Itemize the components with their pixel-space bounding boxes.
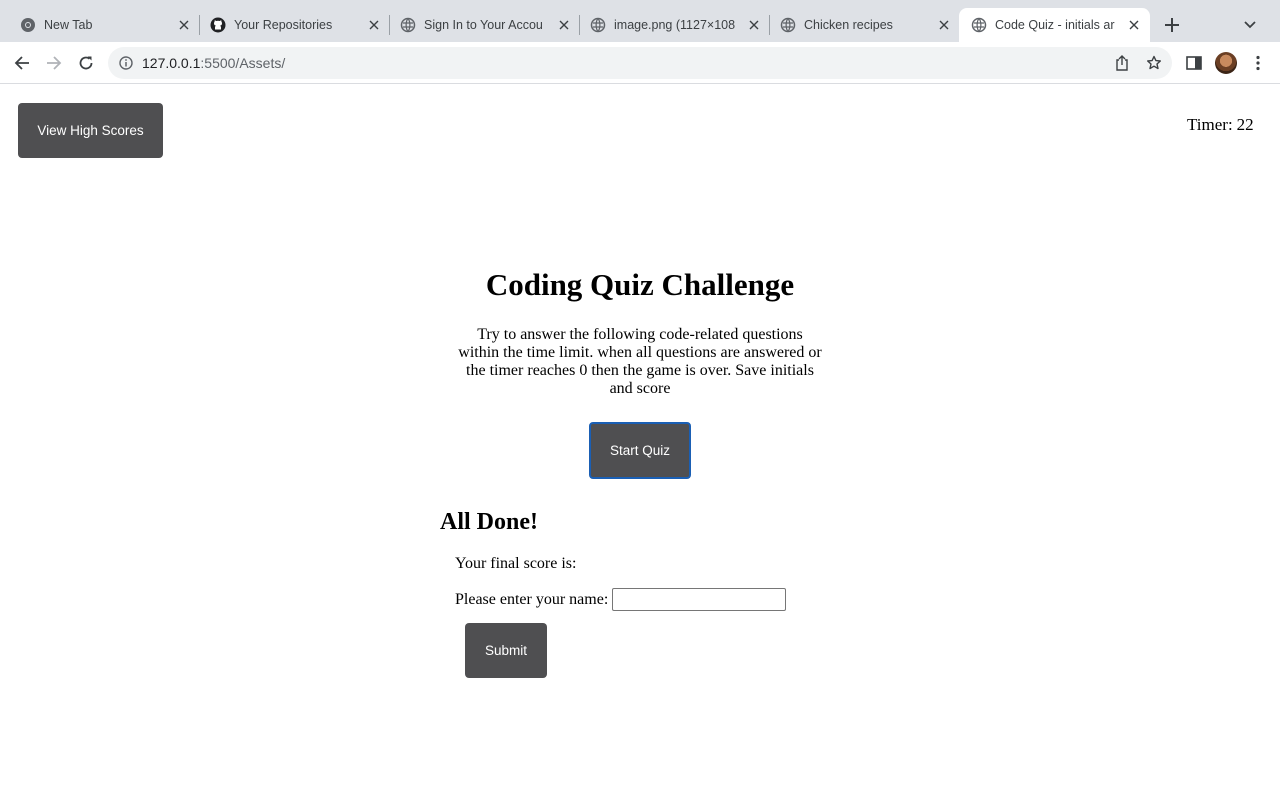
final-score: Your final score is:	[455, 555, 580, 573]
forward-button[interactable]	[42, 51, 66, 75]
quiz-page: View High Scores Timer: 22 Coding Quiz C…	[0, 85, 1280, 800]
url-host: 127.0.0.1	[142, 55, 201, 71]
back-button[interactable]	[10, 51, 34, 75]
globe-icon	[590, 17, 606, 33]
close-icon[interactable]	[1126, 17, 1142, 33]
all-done-heading: All Done!	[440, 509, 538, 535]
tab-title: Sign In to Your Accou	[424, 18, 543, 32]
close-icon[interactable]	[936, 17, 952, 33]
tab-title: Chicken recipes	[804, 18, 893, 32]
globe-icon	[780, 17, 796, 33]
more-vert-icon	[1256, 55, 1260, 71]
timer: Timer: 22	[1187, 115, 1254, 135]
quiz-description: Try to answer the following code-related…	[458, 326, 822, 397]
tab-title: New Tab	[44, 18, 93, 32]
tab-your-repositories[interactable]: Your Repositories	[190, 8, 390, 42]
final-score-label: Your final score is:	[455, 555, 577, 572]
back-arrow-icon	[14, 56, 29, 70]
tab-code-quiz[interactable]: Code Quiz - initials ar	[959, 8, 1150, 42]
browser-menu-button[interactable]	[1247, 52, 1269, 74]
page-title: Coding Quiz Challenge	[485, 267, 795, 302]
tab-search-button[interactable]	[1238, 13, 1262, 37]
start-quiz-button[interactable]: Start Quiz	[589, 422, 691, 479]
submit-button[interactable]: Submit	[465, 623, 547, 678]
url-path: :5500/Assets/	[200, 55, 286, 71]
github-icon	[210, 17, 226, 33]
globe-icon	[971, 17, 987, 33]
profile-avatar[interactable]	[1215, 52, 1237, 74]
tab-title: image.png (1127×108	[614, 18, 736, 32]
timer-value: 22	[1236, 115, 1254, 134]
name-label: Please enter your name:	[455, 590, 609, 608]
side-panel-icon	[1186, 56, 1202, 70]
view-high-scores-button[interactable]: View High Scores	[18, 103, 163, 158]
name-input[interactable]	[612, 588, 787, 611]
timer-label: Timer:	[1187, 115, 1233, 134]
chevron-down-icon	[1244, 21, 1256, 29]
globe-icon	[400, 17, 416, 33]
reload-button[interactable]	[74, 51, 98, 75]
tab-image-png[interactable]: image.png (1127×108	[570, 8, 770, 42]
forward-arrow-icon	[47, 56, 62, 70]
reload-icon	[79, 56, 93, 70]
browser-toolbar: 127.0.0.1:5500/Assets/	[0, 42, 1280, 84]
side-panel-button[interactable]	[1183, 52, 1205, 74]
tab-sign-in[interactable]: Sign In to Your Accou	[380, 8, 580, 42]
tab-chicken-recipes[interactable]: Chicken recipes	[760, 8, 960, 42]
url-text[interactable]: 127.0.0.1:5500/Assets/	[142, 55, 285, 71]
tab-title: Your Repositories	[234, 18, 333, 32]
new-tab-button[interactable]	[1160, 13, 1184, 37]
plus-icon	[1165, 18, 1179, 32]
bookmark-star-icon[interactable]	[1145, 54, 1163, 72]
address-bar[interactable]: 127.0.0.1:5500/Assets/	[108, 47, 1172, 79]
tab-new-tab[interactable]: New Tab	[0, 8, 200, 42]
tab-title: Code Quiz - initials ar	[995, 18, 1115, 32]
info-icon[interactable]	[118, 55, 134, 71]
share-icon[interactable]	[1113, 54, 1131, 72]
chrome-icon	[20, 17, 36, 33]
name-entry-row: Please enter your name:	[455, 588, 787, 611]
tab-strip: New Tab Your Repositories Sign In to You…	[0, 0, 1280, 42]
